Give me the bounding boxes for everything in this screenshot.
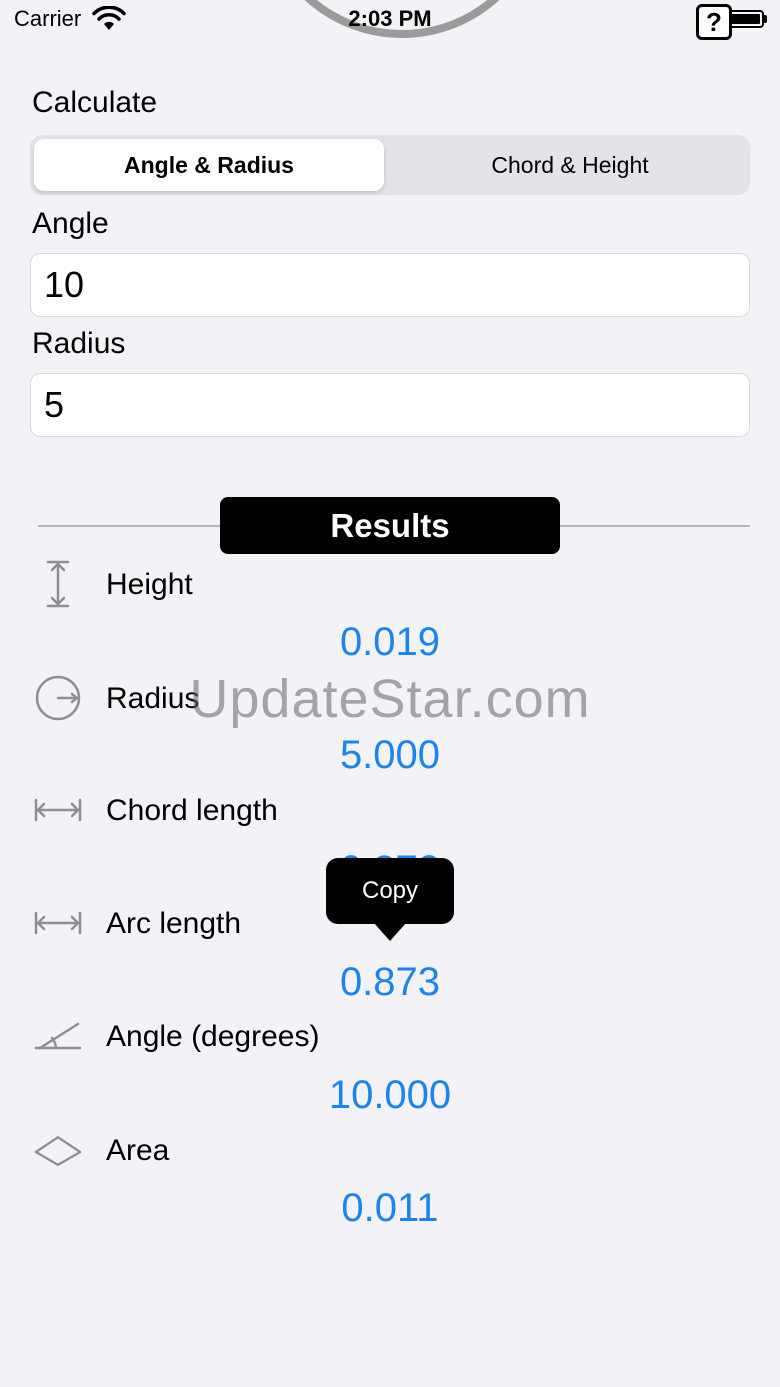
- angle-label: Angle: [32, 207, 109, 240]
- segment-angle-radius[interactable]: Angle & Radius: [34, 139, 384, 191]
- angle-icon: [34, 1022, 82, 1050]
- angle-input[interactable]: [30, 253, 750, 317]
- help-button[interactable]: ?: [696, 4, 732, 40]
- height-label: Height: [106, 568, 193, 601]
- angle-degrees-label: Angle (degrees): [106, 1020, 320, 1053]
- copy-menu-arrow: [374, 923, 406, 941]
- area-icon: [34, 1136, 82, 1167]
- status-time: 2:03 PM: [348, 6, 432, 31]
- arc-length-icon: [34, 911, 82, 935]
- arc-length-label: Arc length: [106, 907, 242, 940]
- radius-label: Radius: [32, 327, 126, 360]
- radius-input[interactable]: [30, 373, 750, 437]
- calculate-mode-segmented-control: Angle & Radius Chord & Height: [30, 135, 750, 195]
- area-label: Area: [106, 1134, 170, 1167]
- chord-length-value[interactable]: 0.872: [0, 848, 780, 858]
- watermark: UpdateStar.com: [189, 669, 591, 729]
- results-header: Results: [220, 497, 560, 554]
- battery-tip: [764, 15, 767, 23]
- area-value[interactable]: 0.011: [0, 1186, 780, 1231]
- calculate-label: Calculate: [32, 86, 158, 119]
- height-value[interactable]: 0.019: [0, 620, 780, 665]
- copy-menu-button[interactable]: Copy: [326, 858, 454, 924]
- radius-value[interactable]: 5.000: [0, 733, 780, 778]
- angle-degrees-value[interactable]: 10.000: [0, 1073, 780, 1118]
- arc-length-value[interactable]: 0.873: [0, 960, 780, 1005]
- height-icon: [46, 560, 70, 608]
- chord-length-label: Chord length: [106, 794, 278, 827]
- segment-chord-height[interactable]: Chord & Height: [394, 139, 746, 191]
- chord-length-icon: [34, 798, 82, 822]
